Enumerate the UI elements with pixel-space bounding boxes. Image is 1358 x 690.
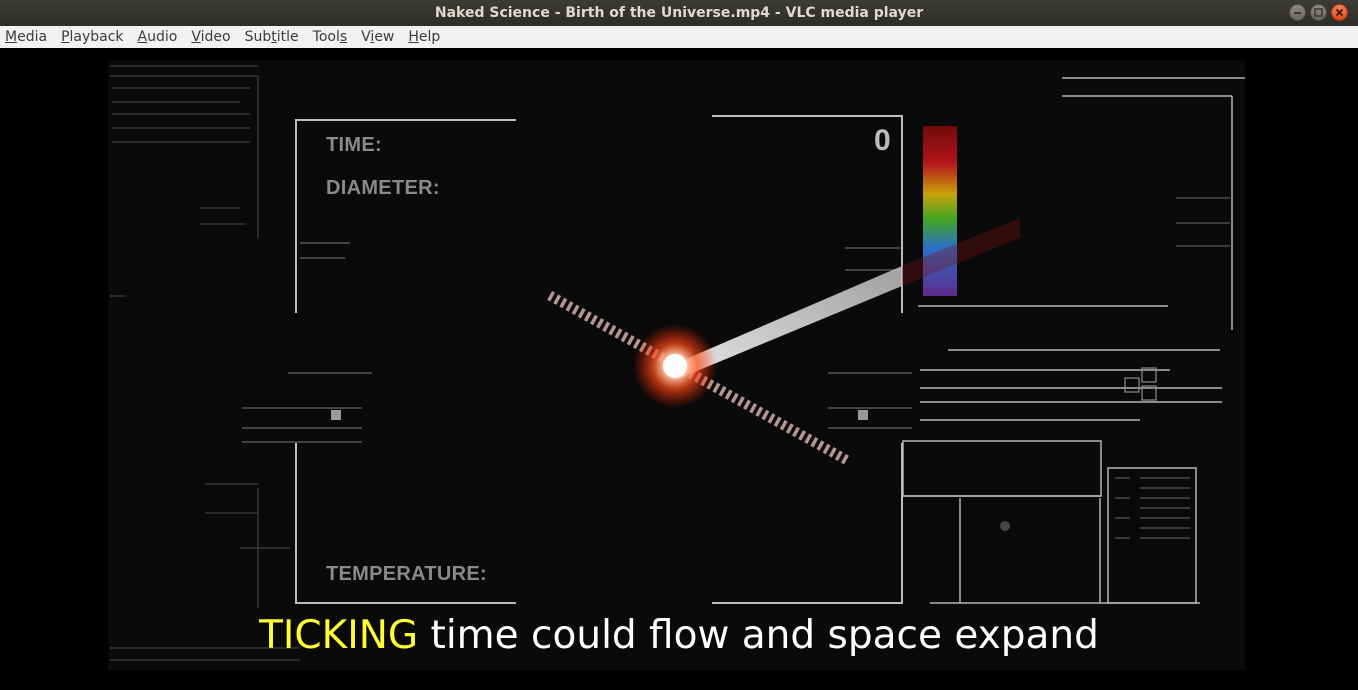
subtitle-highlight: TICKING (259, 613, 419, 658)
maximize-icon (1314, 8, 1323, 17)
video-frame (108, 60, 1245, 670)
menu-tools[interactable]: Tools (308, 29, 355, 45)
window-title: Naked Science - Birth of the Universe.mp… (434, 5, 924, 21)
menu-video[interactable]: Video (186, 29, 237, 45)
subtitle-rest: time could flow and space expand (418, 613, 1099, 658)
menu-audio[interactable]: Audio (133, 29, 185, 45)
window-titlebar[interactable]: Naked Science - Birth of the Universe.mp… (0, 0, 1358, 26)
hud-time-label: TIME: (326, 134, 382, 156)
menu-view[interactable]: View (356, 29, 401, 45)
menu-playback[interactable]: Playback (56, 29, 130, 45)
subtitle-text: TICKING time could flow and space expand (0, 613, 1358, 658)
hud-time-counter: 0 (874, 124, 891, 157)
maximize-button[interactable] (1310, 4, 1327, 21)
close-icon (1335, 8, 1344, 17)
menu-bar: Media Playback Audio Video Subtitle Tools View… (0, 26, 1358, 49)
close-button[interactable] (1331, 4, 1348, 21)
video-output[interactable]: TIME: DIAMETER: TEMPERATURE: 0 TICKING t… (0, 48, 1358, 690)
menu-help[interactable]: Help (403, 29, 447, 45)
menu-subtitle[interactable]: Subtitle (240, 29, 306, 45)
minimize-icon (1294, 12, 1301, 14)
hud-temperature-label: TEMPERATURE: (326, 563, 488, 585)
menu-media[interactable]: Media (0, 29, 54, 45)
hud-diameter-label: DIAMETER: (326, 177, 440, 199)
minimize-button[interactable] (1289, 4, 1306, 21)
